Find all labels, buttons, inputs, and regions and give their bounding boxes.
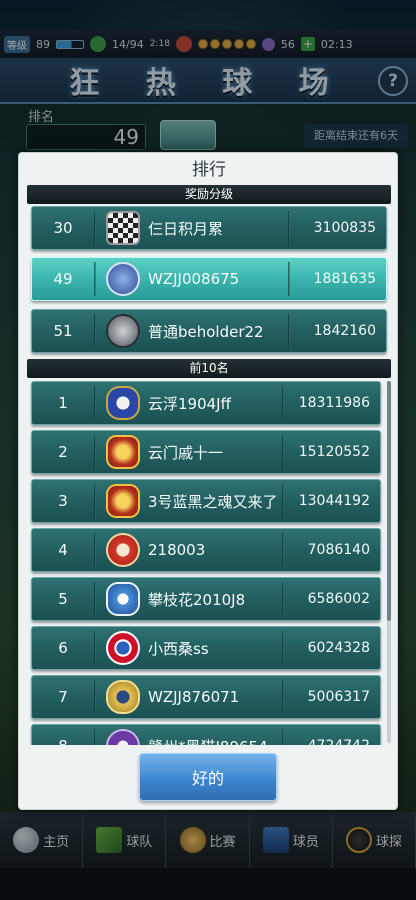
top10-row[interactable]: 8 赣州*黑猫I89654 4724742 bbox=[31, 724, 381, 745]
row-score: 6586002 bbox=[307, 591, 370, 607]
row-score: 1842160 bbox=[313, 323, 376, 339]
row-score: 13044192 bbox=[298, 493, 370, 509]
row-name: 赣州*黑猫I89654 bbox=[148, 736, 282, 746]
row-score: 7086140 bbox=[307, 542, 370, 558]
wolf-badge-icon bbox=[106, 262, 140, 296]
top10-row[interactable]: 3 3号蓝黑之魂又来了 13044192 bbox=[31, 479, 381, 523]
top10-row[interactable]: 2 云门戚十一 15120552 bbox=[31, 430, 381, 474]
row-rank: 8 bbox=[32, 737, 94, 745]
top10-row[interactable]: 5 攀枝花2010J8 6586002 bbox=[31, 577, 381, 621]
row-rank: 2 bbox=[58, 443, 68, 461]
modal-title: 排行 bbox=[192, 160, 226, 180]
top10-row[interactable]: 7 WZJJ876071 5006317 bbox=[31, 675, 381, 719]
red-ring-badge-icon bbox=[106, 533, 140, 567]
reward-row[interactable]: 30 仨日积月累 3100835 bbox=[31, 206, 387, 250]
ok-button[interactable]: 好的 bbox=[139, 753, 277, 801]
row-name: WZJJ876071 bbox=[148, 688, 240, 706]
cf-badge-icon bbox=[106, 314, 140, 348]
purple-badge-icon bbox=[106, 729, 140, 745]
checker-badge-icon bbox=[106, 211, 140, 245]
row-rank: 7 bbox=[58, 688, 68, 706]
row-score: 18311986 bbox=[298, 395, 370, 411]
row-rank: 49 bbox=[53, 270, 73, 288]
row-score: 6024328 bbox=[307, 640, 370, 656]
row-score: 3100835 bbox=[313, 220, 376, 236]
reward-section-header: 奖励分级 bbox=[27, 185, 391, 204]
top10-section-header: 前10名 bbox=[27, 359, 391, 378]
reward-row-current-player[interactable]: 49 WZJJ008675 1881635 bbox=[31, 257, 387, 301]
row-rank: 4 bbox=[58, 541, 68, 559]
row-name: 仨日积月累 bbox=[148, 219, 224, 238]
reward-row[interactable]: 51 普通beholder22 1842160 bbox=[31, 309, 387, 353]
row-score: 5006317 bbox=[307, 689, 370, 705]
row-name: WZJJ008675 bbox=[148, 270, 240, 288]
top10-row[interactable]: 4 218003 7086140 bbox=[31, 528, 381, 572]
row-rank: 1 bbox=[58, 394, 68, 412]
row-rank: 5 bbox=[58, 590, 68, 608]
row-score: 4724742 bbox=[284, 738, 380, 745]
top10-row[interactable]: 1 云浮1904Jff 18311986 bbox=[31, 381, 381, 425]
row-rank: 30 bbox=[53, 219, 73, 237]
gold-oval-badge-icon bbox=[106, 680, 140, 714]
row-name: 普通beholder22 bbox=[148, 322, 264, 341]
row-score: 15120552 bbox=[298, 444, 370, 460]
blue-crest-badge-icon bbox=[106, 582, 140, 616]
row-rank: 3 bbox=[58, 492, 68, 510]
top10-row[interactable]: 6 小西桑ss 6024328 bbox=[31, 626, 381, 670]
row-name: 小西桑ss bbox=[148, 639, 209, 658]
gold-red-badge-icon bbox=[106, 484, 140, 518]
row-name: 云浮1904Jff bbox=[148, 394, 231, 413]
row-score: 1881635 bbox=[313, 271, 376, 287]
row-name: 攀枝花2010J8 bbox=[148, 590, 246, 609]
top10-list[interactable]: 1 云浮1904Jff 18311986 2 云门戚十一 15120552 3 … bbox=[19, 379, 399, 745]
row-name: 218003 bbox=[148, 541, 206, 559]
row-name: 3号蓝黑之魂又来了 bbox=[148, 492, 278, 511]
row-rank: 51 bbox=[53, 322, 73, 340]
blue-star-badge-icon bbox=[106, 386, 140, 420]
row-name: 云门戚十一 bbox=[148, 443, 224, 462]
gold-red-badge-icon bbox=[106, 435, 140, 469]
bayern-badge-icon bbox=[106, 631, 140, 665]
list-scrollbar[interactable] bbox=[387, 381, 391, 743]
row-rank: 6 bbox=[58, 639, 68, 657]
leaderboard-modal: 排行 奖励分级 30 仨日积月累 3100835 49 WZJJ008675 1… bbox=[18, 152, 398, 810]
scroll-thumb[interactable] bbox=[387, 381, 391, 621]
